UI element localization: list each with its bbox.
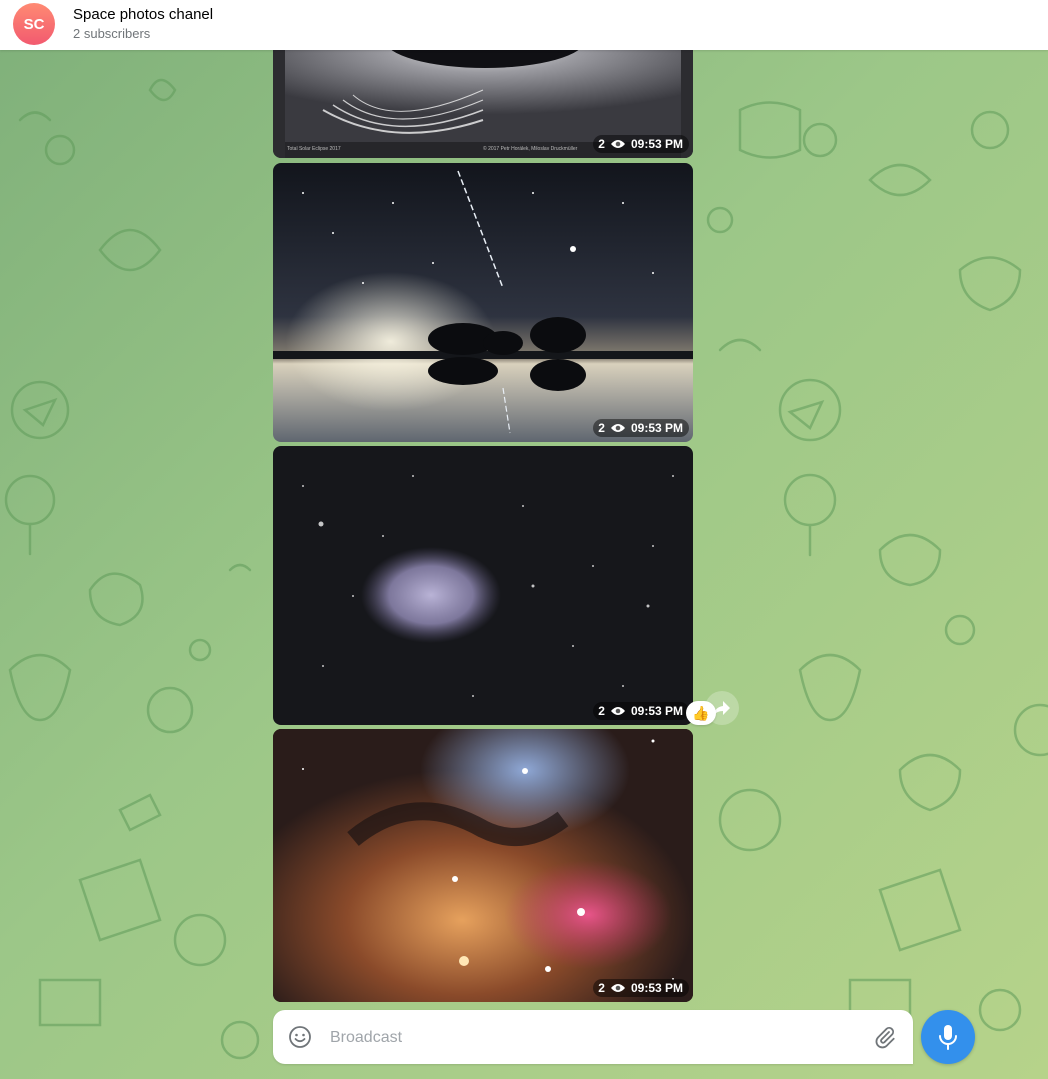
view-count: 2	[598, 981, 605, 995]
subscriber-count: 2 subscribers	[73, 26, 151, 41]
message-time: 09:53 PM	[630, 704, 683, 718]
photo-message[interactable]: 2 09:53 PM	[273, 729, 693, 1002]
eye-icon	[610, 984, 625, 992]
broadcast-input[interactable]	[328, 1024, 852, 1052]
eye-icon	[610, 424, 625, 432]
eye-icon	[610, 140, 625, 148]
message-composer	[273, 1010, 913, 1064]
message-meta: 2 09:53 PM	[593, 135, 689, 153]
comet-photo	[273, 446, 693, 725]
thumbs-up-icon: 👍	[692, 704, 710, 721]
smile-icon[interactable]	[288, 1025, 312, 1049]
photo-message[interactable]: 2 09:53 PM	[273, 163, 693, 442]
paperclip-icon[interactable]	[873, 1025, 897, 1049]
microphone-button[interactable]	[921, 1010, 975, 1064]
chat-header[interactable]: SC Space photos chanel 2 subscribers	[0, 0, 1048, 50]
message-time: 09:53 PM	[630, 981, 683, 995]
message-meta: 2 09:53 PM	[593, 702, 689, 720]
message-meta: 2 09:53 PM	[593, 979, 689, 997]
night-lake-photo	[273, 163, 693, 442]
microphone-icon	[939, 1025, 957, 1050]
view-count: 2	[598, 421, 605, 435]
photo-caption-left: Total Solar Eclipse 2017	[287, 146, 341, 152]
photo-message[interactable]: Total Solar Eclipse 2017 © 2017 Petr Hor…	[273, 50, 693, 158]
channel-title[interactable]: Space photos chanel	[73, 6, 213, 23]
message-time: 09:53 PM	[630, 421, 683, 435]
avatar-initials: SC	[23, 15, 45, 33]
message-meta: 2 09:53 PM	[593, 419, 689, 437]
eye-icon	[610, 707, 625, 715]
message-time: 09:53 PM	[630, 137, 683, 151]
channel-avatar[interactable]: SC	[13, 3, 55, 45]
view-count: 2	[598, 137, 605, 151]
nebula-photo	[273, 729, 693, 1002]
photo-caption-right: © 2017 Petr Horálek, Miloslav Druckmülle…	[483, 145, 578, 152]
photo-message[interactable]: 2 09:53 PM	[273, 446, 693, 725]
reaction-badge[interactable]: 👍	[686, 701, 716, 725]
view-count: 2	[598, 704, 605, 718]
